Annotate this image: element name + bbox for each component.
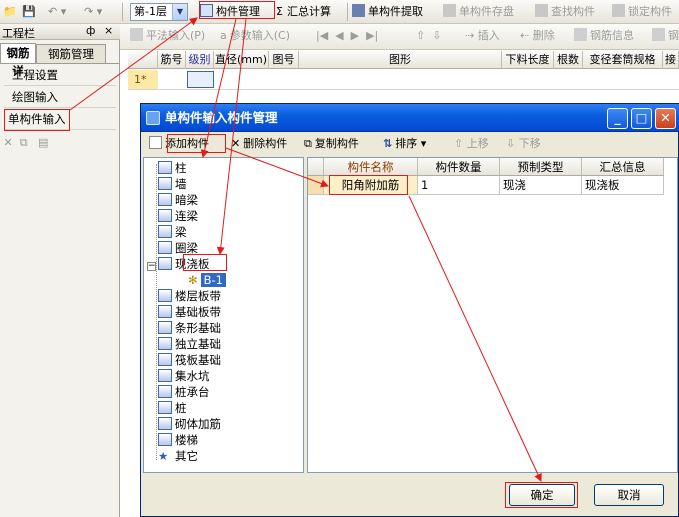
- arrow-mgmt-to-slab: [216, 18, 247, 255]
- arrow-mgmt-to-add: [200, 18, 237, 158]
- arrow-single-input-to-mgmt: [69, 17, 198, 111]
- arrow-add-to-name: [225, 147, 329, 188]
- annotation-arrows: [69, 17, 542, 482]
- arrow-name-to-ok: [408, 195, 542, 482]
